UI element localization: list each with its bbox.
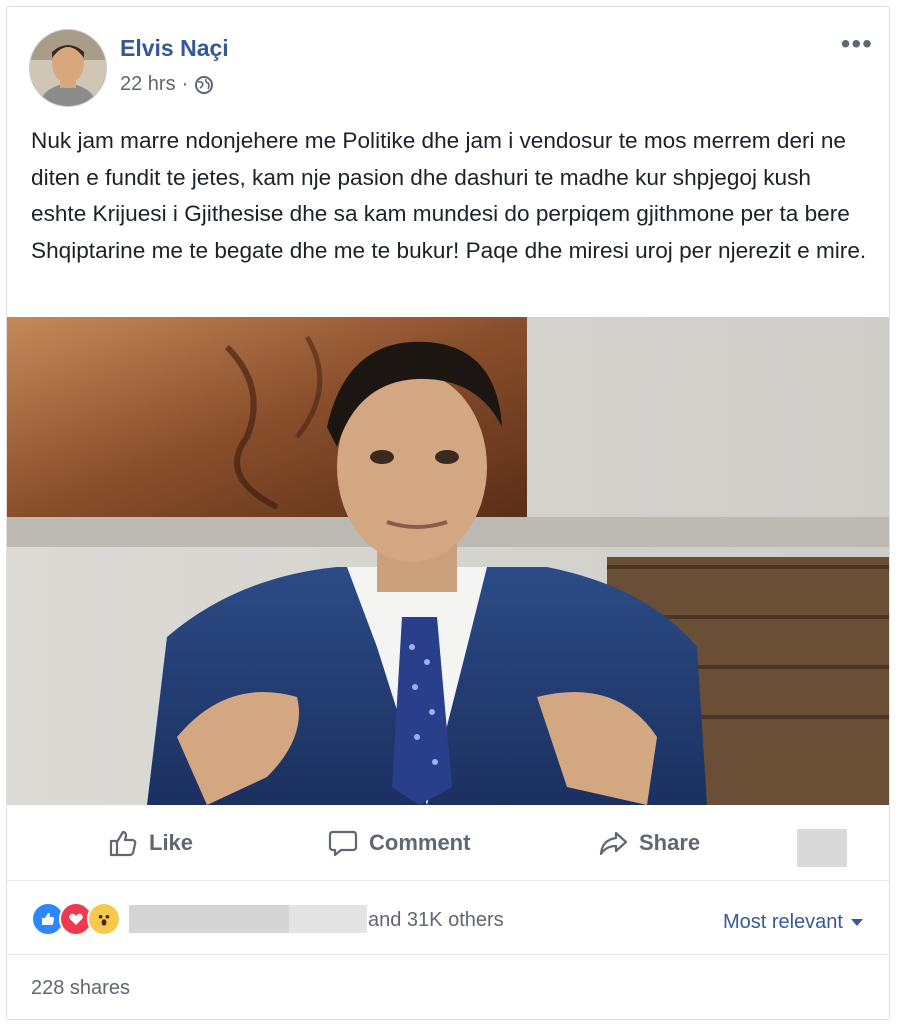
more-options-icon[interactable]: ••• bbox=[841, 30, 873, 58]
caret-down-icon bbox=[851, 919, 863, 926]
post-text: Nuk jam marre ndonjehere me Politike dhe… bbox=[31, 128, 867, 263]
post-meta: 22 hrs · bbox=[120, 73, 214, 96]
redacted-names bbox=[129, 905, 289, 933]
comment-label: Comment bbox=[369, 830, 471, 855]
author-avatar[interactable] bbox=[29, 29, 107, 107]
comment-button[interactable]: Comment bbox=[327, 827, 470, 859]
redacted-names-2 bbox=[289, 905, 367, 933]
like-label: Like bbox=[149, 830, 194, 855]
comment-icon bbox=[328, 830, 358, 857]
shares-count[interactable]: 228 shares bbox=[31, 977, 130, 1000]
globe-icon[interactable] bbox=[194, 75, 214, 95]
post-time[interactable]: 22 hrs bbox=[120, 73, 176, 96]
wow-reaction-icon bbox=[87, 902, 121, 936]
author-name[interactable]: Elvis Naçi bbox=[120, 35, 229, 62]
sort-dropdown[interactable]: Most relevant bbox=[723, 911, 863, 934]
reactions-bar: and 31K others Most relevant bbox=[7, 881, 889, 955]
meta-separator: · bbox=[181, 73, 189, 95]
redacted-box bbox=[797, 829, 847, 867]
post-photo[interactable] bbox=[7, 317, 889, 805]
sort-label: Most relevant bbox=[722, 911, 843, 933]
share-label: Share bbox=[639, 830, 701, 855]
share-button[interactable]: Share bbox=[597, 827, 700, 859]
post-card: Elvis Naçi 22 hrs · ••• Nuk jam marre nd… bbox=[6, 6, 890, 1020]
reaction-icons[interactable] bbox=[31, 902, 121, 936]
thumbs-up-icon bbox=[109, 830, 137, 857]
like-button[interactable]: Like bbox=[107, 827, 193, 859]
action-bar: Like Comment Share bbox=[7, 807, 889, 881]
reactions-count-text[interactable]: and 31K others bbox=[368, 909, 504, 932]
share-icon bbox=[599, 831, 628, 856]
post-header: Elvis Naçi 22 hrs · ••• bbox=[7, 7, 889, 117]
